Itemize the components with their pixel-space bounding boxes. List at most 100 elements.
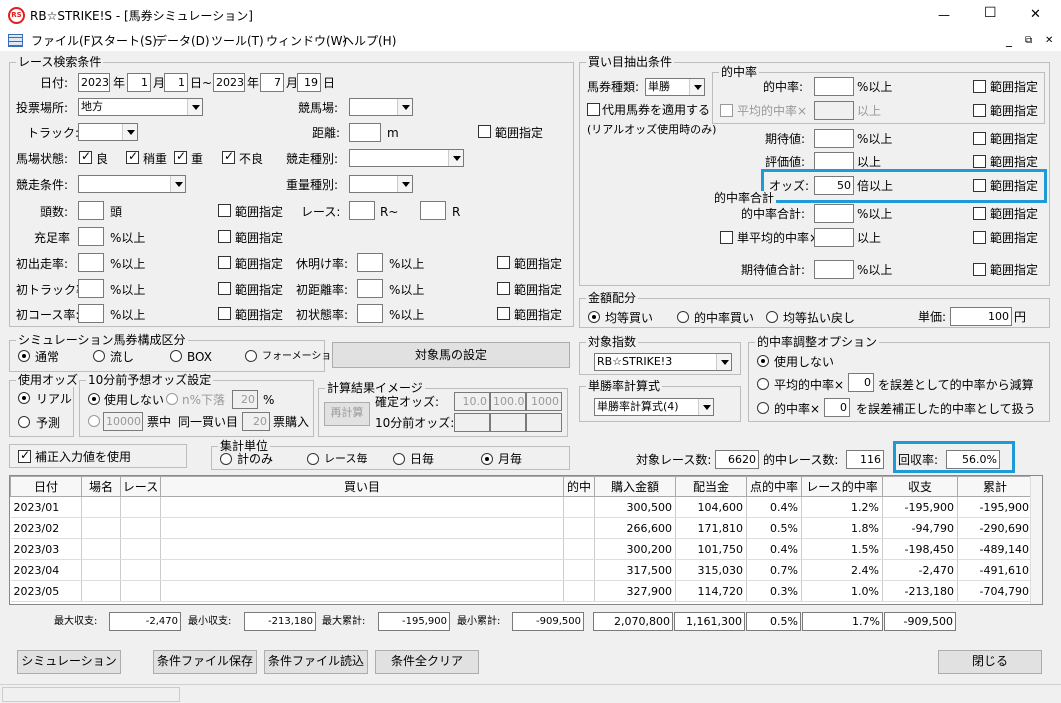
col-race-rate-header[interactable]: レース的中率 <box>801 476 883 497</box>
cond-furyo-checkbox[interactable] <box>222 149 235 164</box>
avg-rate-range-checkbox[interactable] <box>973 104 986 117</box>
target-horse-button[interactable]: 対象馬の設定 <box>332 342 570 368</box>
avg-rate-checkbox[interactable] <box>720 104 733 117</box>
simulation-button[interactable]: シミュレーション <box>17 650 121 674</box>
money-hit-radio[interactable] <box>677 311 689 323</box>
maximize-button[interactable]: ☐ <box>984 6 997 20</box>
jusoku-range-checkbox[interactable] <box>218 230 231 243</box>
sim-formation-radio[interactable] <box>245 350 257 362</box>
hit-sum-range-checkbox[interactable] <box>973 207 986 220</box>
menu-start[interactable]: スタート(S) <box>92 34 157 48</box>
to-day[interactable]: 19 <box>297 73 321 92</box>
odds10-ndrop-input[interactable]: 20 <box>232 390 258 409</box>
first-course-input[interactable] <box>78 304 104 323</box>
race-to-input[interactable] <box>420 201 446 220</box>
clear-condition-button[interactable]: 条件全クリア <box>375 650 479 674</box>
odds10-ndrop-radio[interactable] <box>166 393 178 405</box>
odds-real-radio[interactable] <box>18 392 30 404</box>
odds10-same-input[interactable]: 20 <box>242 412 270 431</box>
col-venue-header[interactable]: 場名 <box>81 476 121 497</box>
first-dist-range-checkbox[interactable] <box>497 282 510 295</box>
close-button[interactable]: 閉じる <box>938 650 1042 674</box>
table-scrollbar[interactable] <box>1030 476 1042 604</box>
odds10-count-radio[interactable] <box>88 415 100 427</box>
table-row[interactable]: 2023/04 317,500 315,030 0.7% 2.4% -2,470 -491,… <box>10 559 1033 581</box>
unit-input[interactable]: 100 <box>950 307 1012 326</box>
close-window-button[interactable]: ✕ <box>1030 8 1041 22</box>
eval-range-checkbox[interactable] <box>973 155 986 168</box>
adjust-avg-input[interactable]: 0 <box>848 373 874 392</box>
track-select[interactable] <box>78 123 138 141</box>
to-month[interactable]: 7 <box>260 73 284 92</box>
first-cond-range-checkbox[interactable] <box>497 307 510 320</box>
hit-rate-input[interactable] <box>814 77 854 96</box>
weight-select[interactable] <box>349 175 413 193</box>
menu-tool[interactable]: ツール(T) <box>211 34 264 48</box>
money-refund-radio[interactable] <box>766 311 778 323</box>
agg-race-radio[interactable] <box>307 453 319 465</box>
distance-input[interactable] <box>349 123 381 142</box>
daiyo-checkbox[interactable] <box>587 103 600 116</box>
first-course-range-checkbox[interactable] <box>218 307 231 320</box>
load-condition-button[interactable]: 条件ファイル読込 <box>264 650 368 674</box>
first-dist-input[interactable] <box>357 279 383 298</box>
cond-yayaomo-checkbox[interactable] <box>126 149 139 164</box>
exp-input[interactable] <box>814 129 854 148</box>
hit-rate-range-checkbox[interactable] <box>973 80 986 93</box>
hosei-checkbox[interactable] <box>18 448 31 463</box>
agg-month-radio[interactable] <box>481 453 493 465</box>
jouken-select[interactable] <box>78 175 186 193</box>
adjust-hit-radio[interactable] <box>757 402 769 414</box>
hit-sum-input[interactable] <box>814 204 854 223</box>
from-year[interactable]: 2023 <box>78 73 110 92</box>
result-table[interactable]: 日付 場名 レース 買い目 的中 購入金額 配当金 点的中率 レース的中率 収支 累計 2023/0… <box>9 475 1043 605</box>
menu-help[interactable]: ヘルプ(H) <box>342 34 396 48</box>
mdi-restore[interactable]: ⧉ <box>1025 34 1032 48</box>
menu-file[interactable]: ファイル(F) <box>31 34 95 48</box>
sim-normal-radio[interactable] <box>18 350 30 362</box>
heads-range-checkbox[interactable] <box>218 204 231 217</box>
first-cond-input[interactable] <box>357 304 383 323</box>
rest-input[interactable] <box>357 253 383 272</box>
tan-avg-range-checkbox[interactable] <box>973 231 986 244</box>
adjust-nouse-radio[interactable] <box>757 355 769 367</box>
index-select[interactable]: RB☆STRIKE!3 <box>594 353 732 371</box>
venue-select[interactable]: 地方 <box>78 98 203 116</box>
course-select[interactable] <box>349 98 413 116</box>
tan-avg-input[interactable] <box>814 228 854 247</box>
race-type-select[interactable] <box>349 149 464 167</box>
first-track-range-checkbox[interactable] <box>218 282 231 295</box>
col-bet-header[interactable]: 買い目 <box>160 476 564 497</box>
table-row[interactable]: 2023/01 300,500 104,600 0.4% 1.2% -195,900 -19… <box>10 496 1033 518</box>
col-date-header[interactable]: 日付 <box>10 476 82 497</box>
from-day[interactable]: 1 <box>164 73 188 92</box>
odds10-count-input[interactable]: 10000 <box>103 412 143 431</box>
jusoku-input[interactable] <box>78 227 104 246</box>
adjust-hit-input[interactable]: 0 <box>824 398 850 417</box>
mdi-close[interactable]: ✕ <box>1045 34 1053 48</box>
heads-input[interactable] <box>78 201 104 220</box>
agg-day-radio[interactable] <box>393 453 405 465</box>
mdi-minimize[interactable]: _ <box>1006 33 1012 47</box>
col-pt-rate-header[interactable]: 点的中率 <box>746 476 802 497</box>
col-pay-header[interactable]: 配当金 <box>675 476 747 497</box>
col-hit-header[interactable]: 的中 <box>563 476 595 497</box>
col-race-header[interactable]: レース <box>120 476 161 497</box>
col-balance-header[interactable]: 収支 <box>882 476 958 497</box>
minimize-button[interactable]: — <box>938 8 950 22</box>
col-cum-header[interactable]: 累計 <box>957 476 1033 497</box>
tan-formula-select[interactable]: 単勝率計算式(4) <box>594 398 714 416</box>
odds10-nouse-radio[interactable] <box>88 393 100 405</box>
menu-window[interactable]: ウィンドウ(W) <box>266 34 347 48</box>
money-even-radio[interactable] <box>588 311 600 323</box>
table-row[interactable]: 2023/02 266,600 171,810 0.5% 1.8% -94,790 -290… <box>10 517 1033 539</box>
save-condition-button[interactable]: 条件ファイル保存 <box>153 650 257 674</box>
table-row[interactable]: 2023/05 327,900 114,720 0.3% 1.0% -213,180 -70… <box>10 580 1033 602</box>
agg-total-radio[interactable] <box>220 453 232 465</box>
first-run-range-checkbox[interactable] <box>218 256 231 269</box>
table-row[interactable]: 2023/03 300,200 101,750 0.4% 1.5% -198,450 -48… <box>10 538 1033 560</box>
rest-range-checkbox[interactable] <box>497 256 510 269</box>
sim-nagashi-radio[interactable] <box>93 350 105 362</box>
first-run-input[interactable] <box>78 253 104 272</box>
exp-sum-range-checkbox[interactable] <box>973 263 986 276</box>
